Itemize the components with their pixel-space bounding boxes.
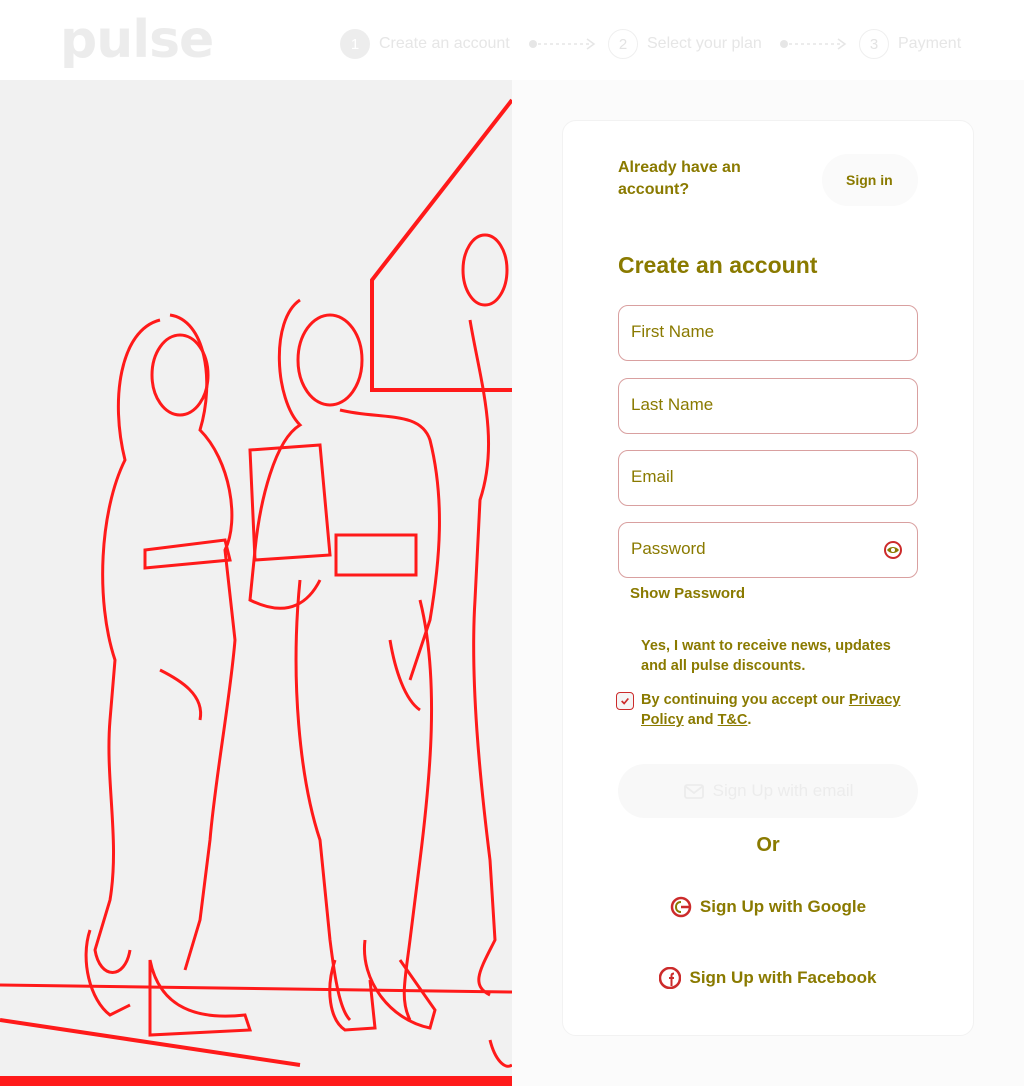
step-create-account: 1 Create an account [340,29,510,59]
last-name-input[interactable] [631,379,871,431]
step-number: 3 [859,29,889,59]
sign-up-email-label: Sign Up with email [712,781,854,800]
sign-up-facebook-label: Sign Up with Facebook [689,968,877,987]
newsletter-checkbox[interactable] [616,638,634,656]
first-name-input[interactable] [631,306,871,358]
email-input[interactable] [631,451,871,503]
hero-photo [0,80,512,1086]
step-number: 2 [608,29,638,59]
password-input[interactable] [631,523,871,575]
sign-up-google-label: Sign Up with Google [699,897,867,916]
terms-suffix: . [747,712,752,728]
email-field[interactable] [618,450,918,506]
facebook-icon [659,967,682,989]
terms-link[interactable]: T&C [718,712,748,728]
step-arrow-icon [780,38,847,50]
step-arrow-icon [529,38,596,50]
check-icon [621,697,629,705]
eye-icon[interactable] [883,540,903,560]
newsletter-option[interactable]: Yes, I want to receive news, updates and… [616,636,916,676]
sign-in-button[interactable]: Sign in [822,154,918,206]
terms-option[interactable]: By continuing you accept our Privacy Pol… [616,690,916,730]
terms-checkbox[interactable] [616,692,634,710]
step-label: Payment [898,35,962,52]
terms-label: By continuing you accept our Privacy Pol… [641,690,916,730]
sign-up-google-button[interactable]: Sign Up with Google [618,880,918,934]
mail-icon [683,780,705,802]
step-select-plan: 2 Select your plan [608,29,762,59]
first-name-field[interactable] [618,305,918,361]
form-title: Create an account [618,252,818,278]
password-field[interactable] [618,522,918,578]
show-password-link[interactable]: Show Password [630,585,745,602]
step-label: Select your plan [647,35,762,52]
already-have-account-text: Already have an account? [618,159,741,198]
top-bar: pulse 1 Create an account 2 Select your … [0,0,1024,80]
pulse-logo[interactable]: pulse [60,10,214,70]
step-payment: 3 Payment [859,29,961,59]
terms-prefix: By continuing you accept our [641,692,845,708]
hero-photo-outline [0,80,512,1086]
last-name-field[interactable] [618,378,918,434]
newsletter-label: Yes, I want to receive news, updates and… [641,638,891,674]
google-icon [670,896,692,918]
step-label: Create an account [379,35,510,52]
terms-and: and [687,712,714,728]
sign-up-facebook-button[interactable]: Sign Up with Facebook [618,951,918,1005]
or-divider: Or [756,834,780,856]
step-number: 1 [340,29,370,59]
sign-up-email-button[interactable]: Sign Up with email [618,764,918,818]
